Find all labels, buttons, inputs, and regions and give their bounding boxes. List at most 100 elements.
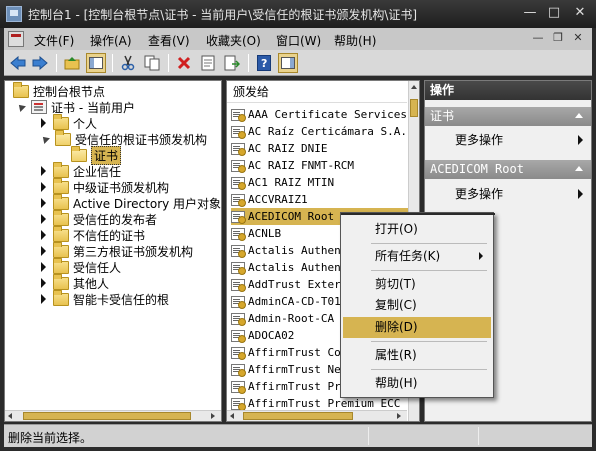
more-actions-selected-cert[interactable]: 更多操作 xyxy=(425,184,591,204)
collapsed-arrow-icon[interactable] xyxy=(41,166,46,176)
collapsed-arrow-icon[interactable] xyxy=(41,262,46,272)
certificate-name: AC RAIZ DNIE xyxy=(248,142,328,155)
tree-node-trusted-people[interactable]: 受信任人 xyxy=(41,257,121,275)
scrollbar-thumb[interactable] xyxy=(243,412,353,420)
tree-node-active-directory-user-object[interactable]: Active Directory 用户对象 xyxy=(41,193,221,211)
tree-node-certificates-current-user[interactable]: 证书 - 当前用户 xyxy=(16,99,135,115)
close-button[interactable]: ✕ xyxy=(570,5,590,22)
menu-help[interactable]: 帮助(H) xyxy=(334,32,376,49)
forward-icon[interactable] xyxy=(30,53,50,73)
status-bar: 删除当前选择。 xyxy=(4,424,592,447)
collapse-icon[interactable] xyxy=(575,113,583,118)
console-system-menu-icon[interactable] xyxy=(8,31,24,47)
collapsed-arrow-icon[interactable] xyxy=(41,246,46,256)
scroll-right-arrow-icon[interactable] xyxy=(211,413,215,419)
certificate-icon xyxy=(231,397,246,411)
back-icon[interactable] xyxy=(8,53,28,73)
copy-icon[interactable] xyxy=(142,53,162,73)
collapsed-arrow-icon[interactable] xyxy=(41,214,46,224)
certificate-icon xyxy=(231,363,246,377)
certificate-icon xyxy=(231,125,246,139)
action-section-selected-cert[interactable]: ACEDICOM Root xyxy=(425,160,591,179)
list-horizontal-scrollbar[interactable] xyxy=(227,410,407,421)
tree-node-personal[interactable]: 个人 xyxy=(41,113,97,131)
certificate-name: AffirmTrust Premium ECC xyxy=(248,397,401,410)
submenu-arrow-icon xyxy=(578,135,583,145)
ctx-all-tasks[interactable]: 所有任务(K) xyxy=(343,246,491,267)
menu-action[interactable]: 操作(A) xyxy=(90,32,132,49)
list-row[interactable]: AC1 RAIZ MTIN xyxy=(231,174,409,191)
ctx-delete[interactable]: 删除(D) xyxy=(343,317,491,338)
action-section-certificates[interactable]: 证书 xyxy=(425,107,591,126)
collapsed-arrow-icon[interactable] xyxy=(41,182,46,192)
list-row[interactable]: AC RAIZ FNMT-RCM xyxy=(231,157,409,174)
certificate-icon xyxy=(231,142,246,156)
ctx-open[interactable]: 打开(O) xyxy=(343,219,491,240)
tree-node-other-people[interactable]: 其他人 xyxy=(41,273,109,291)
collapsed-arrow-icon[interactable] xyxy=(41,278,46,288)
tree-node-enterprise-trust[interactable]: 企业信任 xyxy=(41,161,121,179)
collapsed-arrow-icon[interactable] xyxy=(41,198,46,208)
console-tree[interactable]: 控制台根节点 证书 - 当前用户 个人 受信任的根证书颁发机构 证书 企业信任 … xyxy=(4,80,222,422)
folder-icon xyxy=(53,225,69,242)
ctx-properties[interactable]: 属性(R) xyxy=(343,345,491,366)
tree-node-certificates-selected[interactable]: 证书 xyxy=(71,145,122,165)
tree-node-third-party-root-ca[interactable]: 第三方根证书颁发机构 xyxy=(41,241,193,259)
up-icon[interactable] xyxy=(62,53,82,73)
menu-favorites[interactable]: 收藏夹(O) xyxy=(206,32,261,49)
certificate-icon xyxy=(231,261,246,275)
menu-view[interactable]: 查看(V) xyxy=(148,32,190,49)
expanded-arrow-icon[interactable] xyxy=(16,102,26,112)
certificate-snapin-icon xyxy=(31,100,47,114)
column-header-issued-to[interactable]: 颁发给 xyxy=(227,81,407,103)
show-hide-tree-icon[interactable] xyxy=(86,53,106,73)
submenu-arrow-icon xyxy=(578,189,583,199)
properties-icon[interactable] xyxy=(198,53,218,73)
tree-node-trusted-root-ca[interactable]: 受信任的根证书颁发机构 xyxy=(40,129,207,147)
ctx-help[interactable]: 帮助(H) xyxy=(343,373,491,394)
scrollbar-thumb[interactable] xyxy=(410,99,418,117)
collapsed-arrow-icon[interactable] xyxy=(41,230,46,240)
more-actions-certificates[interactable]: 更多操作 xyxy=(425,130,591,150)
list-row[interactable]: AC Raíz Certicámara S.A. xyxy=(231,123,409,140)
tree-node-intermediate-ca[interactable]: 中级证书颁发机构 xyxy=(41,177,169,195)
tree-node-untrusted-certificates[interactable]: 不信任的证书 xyxy=(41,225,145,243)
scroll-right-arrow-icon[interactable] xyxy=(397,413,401,419)
child-minimize-button[interactable]: — xyxy=(530,31,546,46)
menu-window[interactable]: 窗口(W) xyxy=(276,32,321,49)
certificate-name: ACNLB xyxy=(248,227,282,240)
collapse-icon[interactable] xyxy=(575,166,583,171)
tree-node-smart-card-trusted-roots[interactable]: 智能卡受信任的根 xyxy=(41,289,169,307)
scroll-up-arrow-icon[interactable] xyxy=(411,85,417,89)
tree-node-trusted-publishers[interactable]: 受信任的发布者 xyxy=(41,209,157,227)
certificate-icon xyxy=(231,159,246,173)
ctx-cut[interactable]: 剪切(T) xyxy=(343,274,491,295)
mmc-app-icon[interactable] xyxy=(6,6,22,22)
help-icon[interactable]: ? xyxy=(254,53,274,73)
scroll-left-arrow-icon[interactable] xyxy=(230,413,234,419)
child-restore-button[interactable]: ❐ xyxy=(550,31,566,46)
delete-icon[interactable] xyxy=(174,53,194,73)
menu-file[interactable]: 文件(F) xyxy=(34,32,74,49)
folder-icon xyxy=(53,209,69,226)
tree-node-console-root[interactable]: 控制台根节点 xyxy=(13,81,105,99)
certificate-name: AAA Certificate Services xyxy=(248,108,407,121)
export-list-icon[interactable] xyxy=(222,53,242,73)
maximize-button[interactable]: □ xyxy=(544,5,564,22)
submenu-arrow-icon xyxy=(479,252,483,260)
scroll-left-arrow-icon[interactable] xyxy=(8,413,12,419)
tree-horizontal-scrollbar[interactable] xyxy=(5,410,221,421)
cut-icon[interactable] xyxy=(118,53,138,73)
collapsed-arrow-icon[interactable] xyxy=(41,118,46,128)
scrollbar-thumb[interactable] xyxy=(23,412,191,420)
child-close-button[interactable]: ✕ xyxy=(570,31,586,46)
show-hide-action-pane-icon[interactable] xyxy=(278,53,298,73)
expanded-arrow-icon[interactable] xyxy=(40,134,50,144)
list-row[interactable]: AAA Certificate Services xyxy=(231,106,409,123)
list-row[interactable]: AC RAIZ DNIE xyxy=(231,140,409,157)
ctx-copy[interactable]: 复制(C) xyxy=(343,295,491,316)
collapsed-arrow-icon[interactable] xyxy=(41,294,46,304)
list-row[interactable]: ACCVRAIZ1 xyxy=(231,191,409,208)
minimize-button[interactable]: — xyxy=(520,5,540,22)
certificate-name: AdminCA-CD-T01 xyxy=(248,295,341,308)
